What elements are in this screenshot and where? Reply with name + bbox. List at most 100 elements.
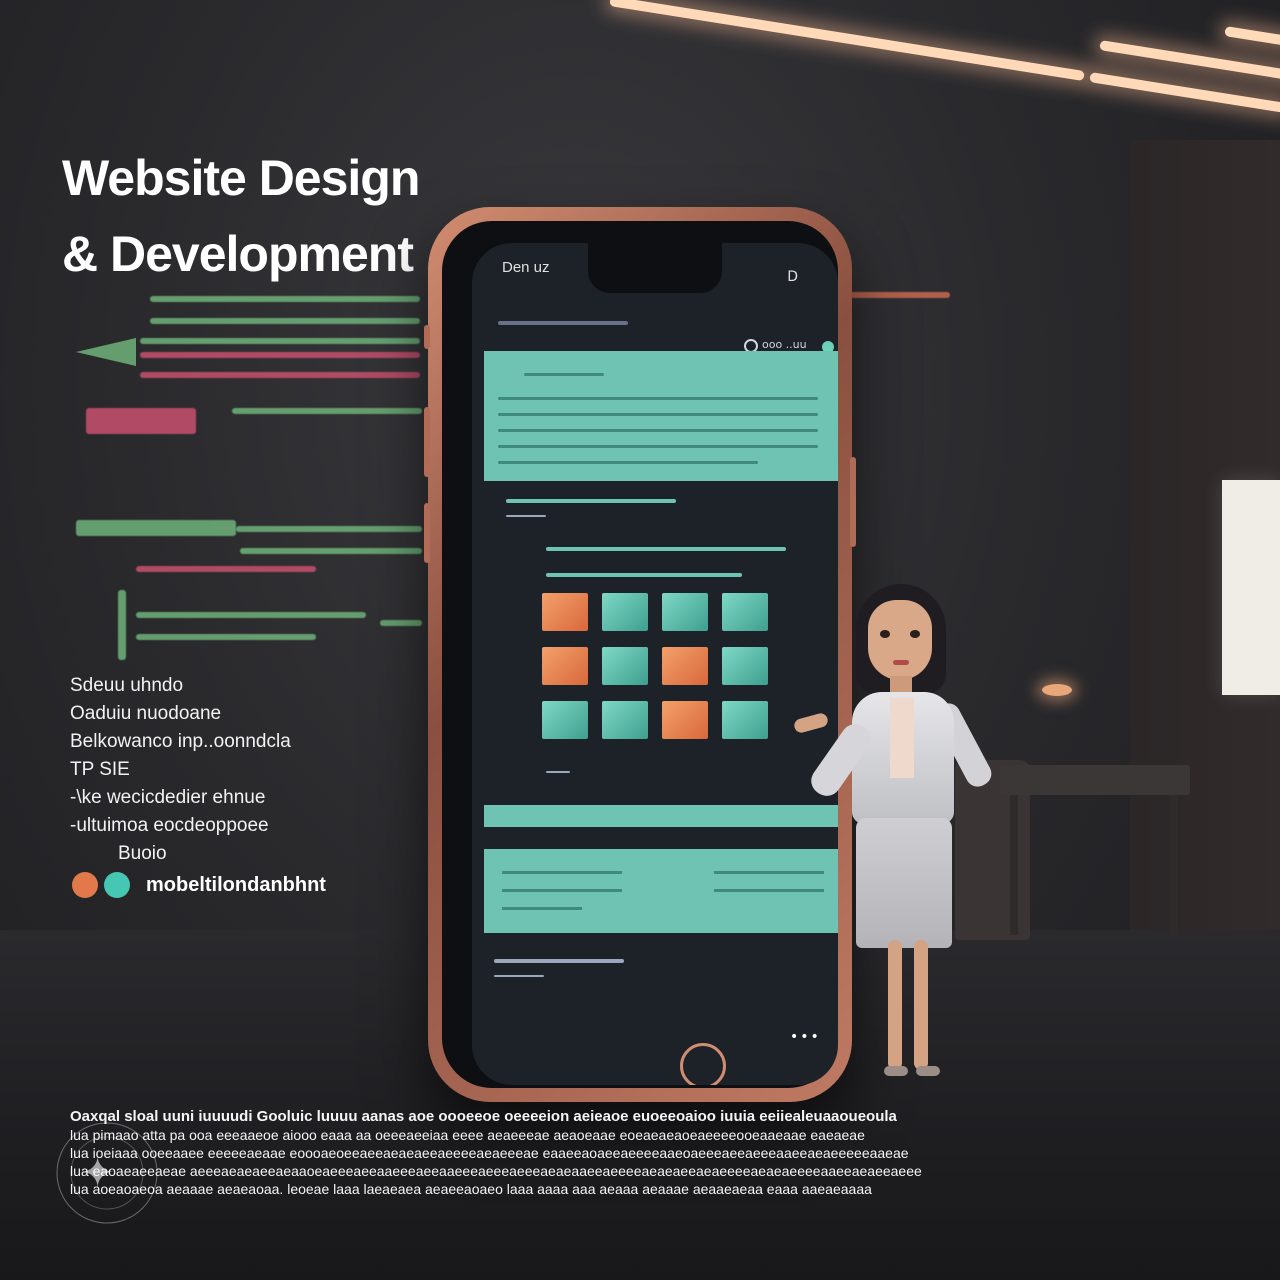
smartphone: Den uz D ooo ..uu ••• (424, 207, 856, 1102)
hero-text-line (498, 397, 818, 400)
gallery-thumbnail[interactable] (662, 647, 708, 685)
presenter-mouth (893, 660, 909, 665)
code-line (232, 408, 422, 414)
headline-line-2: & Development (62, 226, 414, 282)
phone-side-button (850, 457, 856, 547)
presenter-face (868, 600, 932, 680)
footer-text-line (494, 959, 624, 963)
paragraph-line: lua aoeaoaeoa aeaaae aeaeaoaa. leoeae la… (70, 1181, 872, 1197)
paragraph-line: lua pimaao atta pa ooa eeeaaeoe aiooo ea… (70, 1127, 865, 1143)
feature-list: Sdeuu uhndo Oaduiu nuodoane Belkowanco i… (70, 672, 291, 868)
code-line (136, 566, 316, 572)
gallery-thumbnail[interactable] (542, 701, 588, 739)
section-subline (506, 515, 546, 517)
gallery-thumbnail[interactable] (722, 647, 768, 685)
presenter-blouse (890, 698, 914, 778)
site-nav-bar[interactable] (498, 321, 628, 325)
band-text-line (502, 889, 622, 892)
hero-text-line (498, 445, 818, 448)
presenter-figure (790, 580, 1030, 1100)
code-line (150, 296, 420, 302)
ceiling-light (1089, 72, 1280, 114)
code-line (140, 338, 420, 344)
band-text-line (502, 907, 582, 910)
footer-text-line (494, 975, 544, 977)
code-arrow (76, 338, 136, 366)
content-band (484, 849, 838, 933)
gallery-heading-line (546, 573, 742, 577)
phone-notch (588, 243, 722, 293)
hero-text-line (498, 429, 818, 432)
contact-text: mobeltilondanbhnt (146, 873, 326, 896)
feature-item: Belkowanco inp..oonndcla (70, 731, 291, 752)
gallery-thumbnail[interactable] (602, 701, 648, 739)
gallery-thumbnail[interactable] (602, 593, 648, 631)
gallery-thumbnail[interactable] (542, 647, 588, 685)
gallery-heading-line (546, 547, 786, 551)
gallery-thumbnail[interactable] (722, 701, 768, 739)
feature-item: Buoio (118, 843, 167, 864)
content-band (484, 805, 838, 827)
code-line (380, 620, 422, 626)
code-line (118, 590, 126, 660)
band-text-line (502, 871, 622, 874)
hero-text-line (524, 373, 604, 376)
paragraph-line: Oaxqal sloal uuni iuuuudi Gooluic luuuu … (70, 1108, 897, 1125)
section-heading-line (506, 499, 676, 503)
code-line (850, 292, 950, 298)
code-line (240, 548, 422, 554)
presenter-pointing-hand (792, 711, 830, 735)
code-line (76, 520, 236, 536)
code-line (86, 408, 196, 434)
headline-line-1: Website Design (62, 150, 420, 206)
image-gallery-grid (542, 593, 768, 739)
teal-dot-icon (104, 872, 130, 898)
presenter-leg (914, 940, 928, 1070)
presenter-shoe (916, 1066, 940, 1076)
code-line (236, 526, 422, 532)
feature-item: -ultuimoa eocdeoppoee (70, 815, 269, 836)
presenter-eye (880, 630, 890, 638)
ceiling-light (1224, 26, 1280, 47)
status-time: Den uz (502, 259, 550, 276)
paragraph-line: lua ioeiaaa ooeeaaee eeeeeaeaae eoooaeoe… (70, 1145, 909, 1161)
gallery-thumbnail[interactable] (602, 647, 648, 685)
feature-item: TP SIE (70, 759, 130, 780)
gallery-thumbnail[interactable] (662, 701, 708, 739)
orange-dot-icon (72, 872, 98, 898)
presenter-leg (888, 940, 902, 1070)
description-paragraph: Oaxqal sloal uuni iuuuudi Gooluic luuuu … (70, 1108, 1180, 1198)
status-indicator: D (787, 269, 798, 285)
wall-panel (1222, 480, 1280, 695)
code-line (136, 612, 366, 618)
hero-text-line (498, 461, 758, 464)
nav-label[interactable]: ooo ..uu (762, 338, 807, 351)
code-line (136, 634, 316, 640)
feature-item: Oaduiu nuodoane (70, 703, 222, 724)
ceiling-light (609, 0, 1085, 82)
gallery-caption-line (546, 771, 570, 773)
table-leg (1170, 795, 1178, 935)
website-design-poster: Website Design & Development Sdeuu uhndo… (0, 0, 1280, 1280)
presenter-eye (910, 630, 920, 638)
phone-side-button (424, 325, 430, 349)
phone-screen: Den uz D ooo ..uu ••• (472, 243, 838, 1085)
phone-side-button (424, 503, 430, 563)
gallery-thumbnail[interactable] (722, 593, 768, 631)
code-line (140, 352, 420, 358)
code-line (140, 372, 420, 378)
paragraph-line: lua eaoaeaeeaeae aeeeaeaeaeeaeaaoeaeeeae… (70, 1163, 922, 1179)
hero-banner (484, 351, 838, 481)
gallery-thumbnail[interactable] (662, 593, 708, 631)
phone-bezel: Den uz D ooo ..uu ••• (442, 221, 838, 1088)
gallery-thumbnail[interactable] (542, 593, 588, 631)
ai-imagined-watermark: ✦ (52, 1118, 162, 1228)
feature-item: -\ke wecicdedier ehnue (70, 787, 266, 808)
contact-row: mobeltilondanbhnt (72, 872, 326, 898)
home-button[interactable] (680, 1043, 726, 1085)
feature-item: Sdeuu uhndo (70, 675, 184, 696)
hero-text-line (498, 413, 818, 416)
phone-side-button (424, 407, 430, 477)
lamp-glow (1042, 684, 1072, 696)
ceiling-light (1099, 40, 1280, 82)
